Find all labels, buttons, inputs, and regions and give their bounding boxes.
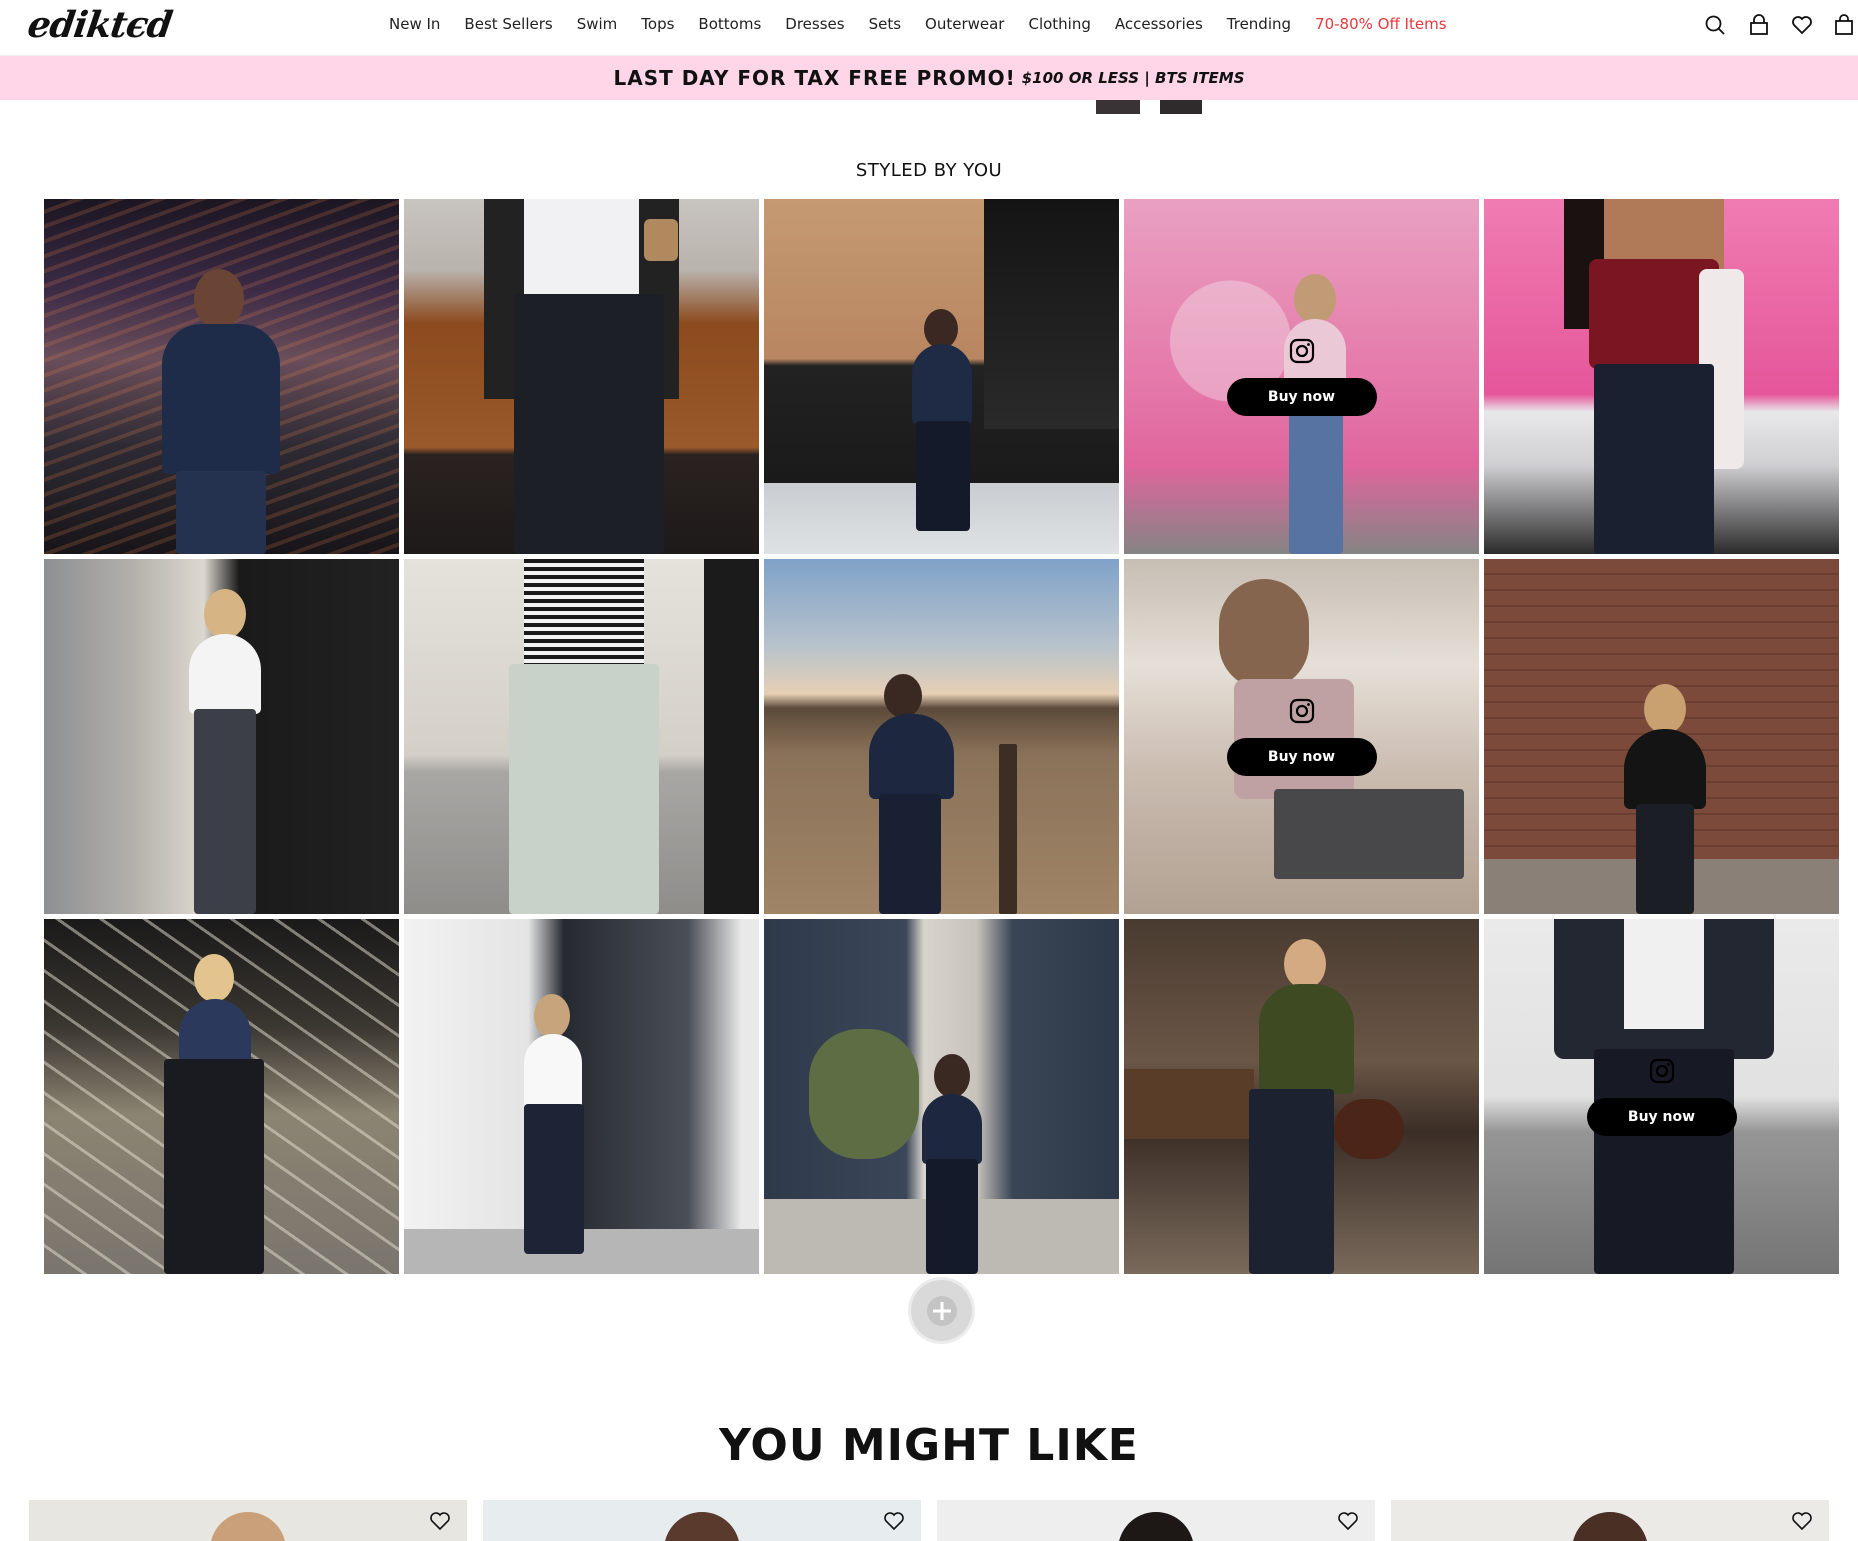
product-card[interactable] — [937, 1500, 1375, 1541]
product-card[interactable] — [1391, 1500, 1829, 1541]
instagram-icon — [1649, 1058, 1674, 1083]
previous-section-image-edge — [1090, 100, 1208, 114]
nav-new-in[interactable]: New In — [389, 14, 440, 34]
wishlist-heart-icon[interactable] — [1791, 1510, 1813, 1532]
nav-dresses[interactable]: Dresses — [785, 14, 844, 34]
ugc-photo-cafe-green-cardigan[interactable] — [1124, 919, 1479, 1274]
ugc-photo-striped-top-light-jeans[interactable] — [404, 559, 759, 914]
nav-trending[interactable]: Trending — [1227, 14, 1291, 34]
ugc-hover-overlay: Buy now — [1124, 199, 1479, 554]
buy-now-button[interactable]: Buy now — [1226, 737, 1377, 776]
load-more-button[interactable] — [911, 1280, 972, 1341]
cart-bag-icon[interactable] — [1829, 10, 1858, 40]
nav-swim[interactable]: Swim — [577, 14, 618, 34]
nav-best-sellers[interactable]: Best Sellers — [464, 14, 552, 34]
ugc-photo-pink-truck-red-corset[interactable] — [1484, 199, 1839, 554]
ugc-photo-saint-laurent-window[interactable] — [404, 919, 759, 1274]
wishlist-heart-icon[interactable] — [1337, 1510, 1359, 1532]
nav-clothing[interactable]: Clothing — [1028, 14, 1090, 34]
brand-logo[interactable]: ediktєd — [25, 4, 174, 46]
ugc-photo-street-white-shirt[interactable] — [44, 559, 399, 914]
nav-accessories[interactable]: Accessories — [1115, 14, 1203, 34]
ugc-photo-pink-truck-hey-gorgeous[interactable]: Buy now — [1124, 199, 1479, 554]
promo-main-text: LAST DAY FOR TAX FREE PROMO! — [613, 66, 1016, 90]
buy-now-button[interactable]: Buy now — [1226, 377, 1377, 416]
wishlist-heart-icon[interactable] — [1787, 10, 1817, 40]
instagram-icon — [1289, 698, 1314, 723]
product-image — [664, 1512, 740, 1541]
styled-by-you-title: STYLED BY YOU — [855, 160, 1003, 181]
nav-sets[interactable]: Sets — [869, 14, 901, 34]
wishlist-heart-icon[interactable] — [883, 1510, 905, 1532]
wishlist-heart-icon[interactable] — [429, 1510, 451, 1532]
ugc-photo-stairs-halter-top[interactable] — [44, 919, 399, 1274]
ugc-photo-hinar-storefront[interactable] — [764, 919, 1119, 1274]
product-image — [1118, 1512, 1194, 1541]
search-icon[interactable] — [1700, 10, 1730, 40]
nav-tops[interactable]: Tops — [641, 14, 674, 34]
buy-now-button[interactable]: Buy now — [1586, 1097, 1737, 1136]
ugc-photo-arena-denim-jacket[interactable] — [44, 199, 399, 554]
ugc-photo-coffee-low-rise-jeans[interactable] — [404, 199, 759, 554]
account-lock-icon[interactable] — [1744, 10, 1774, 40]
product-image — [1572, 1512, 1648, 1541]
plus-icon — [926, 1295, 957, 1326]
product-image — [210, 1512, 286, 1541]
nav-bottoms[interactable]: Bottoms — [698, 14, 761, 34]
ugc-hover-overlay: Buy now — [1124, 559, 1479, 914]
ugc-photo-brick-wall-coffee[interactable] — [1484, 559, 1839, 914]
nav-outerwear[interactable]: Outerwear — [925, 14, 1004, 34]
header-icons — [1698, 10, 1858, 40]
ugc-photo-brick-wall-denim-set[interactable] — [764, 199, 1119, 554]
nav-sale-items[interactable]: 70-80% Off Items — [1315, 14, 1446, 34]
ugc-photo-denim-jacket-closeup[interactable]: Buy now — [1484, 919, 1839, 1274]
promo-banner[interactable]: LAST DAY FOR TAX FREE PROMO! $100 OR LES… — [0, 56, 1858, 100]
promo-sub-text: $100 OR LESS | BTS ITEMS — [1021, 69, 1245, 87]
product-card[interactable] — [29, 1500, 467, 1541]
instagram-icon — [1289, 338, 1314, 363]
product-card[interactable] — [483, 1500, 921, 1541]
ugc-hover-overlay: Buy now — [1484, 919, 1839, 1274]
you-might-like-title: YOU MIGHT LIKE — [719, 1420, 1139, 1471]
ugc-grid: Buy now Buy now Buy now — [44, 199, 1840, 1275]
product-carousel — [29, 1500, 1829, 1541]
main-nav: New In Best Sellers Swim Tops Bottoms Dr… — [389, 14, 1471, 34]
site-header: ediktєd New In Best Sellers Swim Tops Bo… — [0, 0, 1858, 56]
ugc-photo-field-sunset-denim[interactable] — [764, 559, 1119, 914]
ugc-photo-snakeskin-halter[interactable]: Buy now — [1124, 559, 1479, 914]
